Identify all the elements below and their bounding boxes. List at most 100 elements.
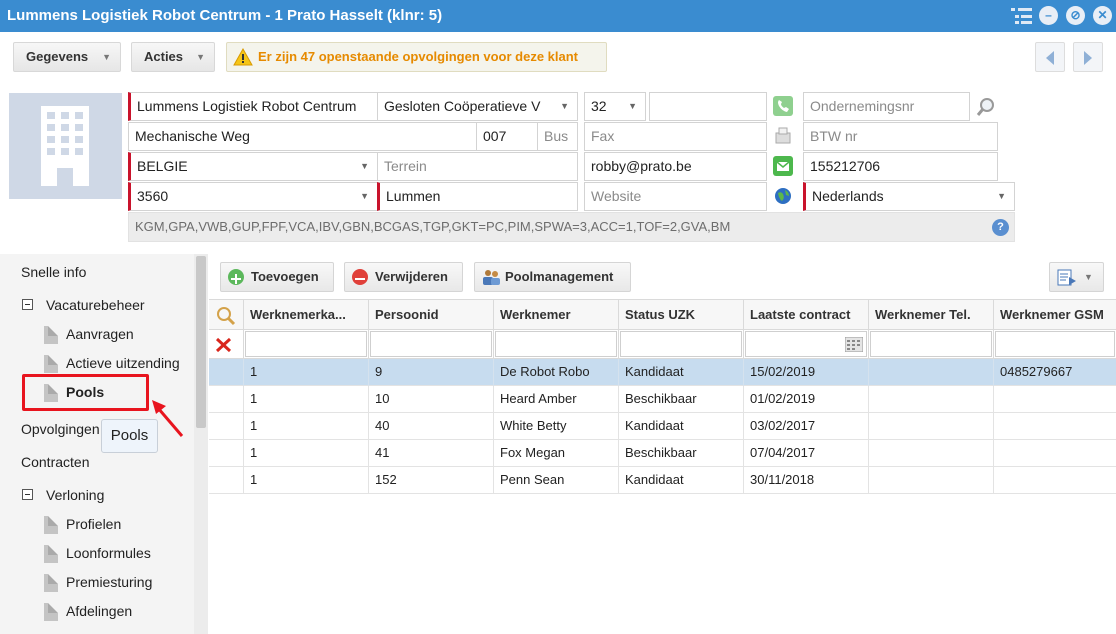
table-cell: 152 — [369, 467, 494, 494]
add-button[interactable]: Toevoegen — [220, 262, 334, 292]
table-cell: 30/11/2018 — [744, 467, 869, 494]
sidebar-item-premiesturing[interactable]: Premiesturing — [66, 574, 152, 590]
table-row[interactable]: 1 9 De Robot Robo Kandidaat 15/02/2019 0… — [209, 359, 1116, 386]
sidebar-item-actieve-uitzending[interactable]: Actieve uitzending — [66, 355, 180, 371]
filter-input[interactable] — [870, 331, 992, 357]
search-icon[interactable] — [975, 96, 997, 118]
previous-record-button[interactable] — [1035, 42, 1065, 72]
sidebar-item-vacaturebeheer[interactable]: Vacaturebeheer — [46, 297, 145, 313]
table-cell: Kandidaat — [619, 359, 744, 386]
minimize-icon[interactable]: – — [1039, 6, 1058, 25]
email-icon[interactable] — [773, 156, 793, 176]
language-select[interactable]: Nederlands ▼ — [803, 182, 1015, 211]
legal-code-select[interactable]: 32 ▼ — [584, 92, 646, 121]
tags-field[interactable]: KGM,GPA,VWB,GUP,FPF,VCA,IBV,GBN,BCGAS,TG… — [128, 212, 1015, 242]
filter-input[interactable] — [995, 331, 1115, 357]
arrow-left-icon — [1046, 51, 1054, 65]
phone-field[interactable] — [649, 92, 767, 121]
column-header[interactable]: Persoonid — [369, 299, 494, 330]
gegevens-menu-button[interactable]: Gegevens ▼ — [13, 42, 121, 72]
acties-label: Acties — [144, 49, 184, 64]
acties-menu-button[interactable]: Acties ▼ — [131, 42, 215, 72]
table-row[interactable]: 1 41 Fox Megan Beschikbaar 07/04/2017 — [209, 440, 1116, 467]
document-icon — [44, 516, 58, 534]
chevron-down-icon: ▼ — [628, 101, 637, 111]
collapse-icon[interactable] — [22, 489, 33, 500]
sidebar-item-contracten[interactable]: Contracten — [21, 454, 89, 470]
next-record-button[interactable] — [1073, 42, 1103, 72]
menu-tree-icon[interactable] — [1011, 7, 1033, 25]
bus-field[interactable]: Bus — [537, 122, 578, 151]
help-icon[interactable]: ? — [992, 219, 1009, 236]
search-icon[interactable] — [216, 306, 236, 326]
email-field[interactable]: robby@prato.be — [584, 152, 767, 181]
filter-cell — [994, 330, 1116, 359]
clear-filter-icon[interactable] — [215, 337, 233, 353]
street-field[interactable]: Mechanische Weg — [128, 122, 477, 151]
pool-management-button[interactable]: Poolmanagement — [474, 262, 631, 292]
sidebar-item-aanvragen[interactable]: Aanvragen — [66, 326, 134, 342]
country-select[interactable]: BELGIE ▼ — [128, 152, 378, 181]
city-field[interactable]: Lummen — [377, 182, 578, 211]
company-name-field[interactable]: Lummens Logistiek Robot Centrum — [128, 92, 378, 121]
calendar-icon[interactable] — [845, 337, 863, 352]
sidebar-scrollbar-thumb[interactable] — [196, 256, 206, 428]
company-number-field[interactable]: Ondernemingsnr — [803, 92, 970, 121]
table-cell — [994, 386, 1116, 413]
column-header[interactable]: Werknemer Tel. — [869, 299, 994, 330]
phone-icon[interactable] — [773, 96, 793, 116]
table-cell — [994, 413, 1116, 440]
website-field[interactable]: Website — [584, 182, 767, 211]
column-header[interactable]: Werknemerka... — [244, 299, 369, 330]
table-cell: 0485279667 — [1000, 364, 1073, 379]
postal-code-value: 3560 — [137, 188, 169, 204]
warning-icon — [233, 48, 253, 66]
add-label: Toevoegen — [251, 269, 319, 284]
window-title-bar: Lummens Logistiek Robot Centrum - 1 Prat… — [0, 0, 1116, 32]
column-header[interactable]: Werknemer — [494, 299, 619, 330]
document-icon — [44, 326, 58, 344]
house-number-field[interactable]: 007 — [476, 122, 538, 151]
close-icon[interactable]: ✕ — [1093, 6, 1112, 25]
toolbar: Gegevens ▼ Acties ▼ Er zijn 47 openstaan… — [0, 32, 1116, 80]
sidebar-item-snelle-info[interactable]: Snelle info — [21, 264, 86, 280]
filter-input[interactable] — [620, 331, 742, 357]
fax-field[interactable]: Fax — [584, 122, 767, 151]
globe-icon[interactable] — [773, 186, 793, 206]
table-row[interactable]: 1 152 Penn Sean Kandidaat 30/11/2018 — [209, 467, 1116, 494]
gegevens-label: Gegevens — [26, 49, 89, 64]
remove-button[interactable]: Verwijderen — [344, 262, 463, 292]
sms-number-field[interactable]: 155212706 — [803, 152, 998, 181]
open-followups-warning[interactable]: Er zijn 47 openstaande opvolgingen voor … — [226, 42, 607, 72]
arrow-right-icon — [1084, 51, 1092, 65]
filter-input[interactable] — [370, 331, 492, 357]
table-cell — [869, 413, 994, 440]
company-logo[interactable] — [9, 93, 122, 199]
table-cell: 40 — [369, 413, 494, 440]
restore-icon[interactable]: ⊘ — [1066, 6, 1085, 25]
collapse-icon[interactable] — [22, 299, 33, 310]
legal-form-select[interactable]: Gesloten Coöperatieve V ▼ — [377, 92, 578, 121]
vat-number-field[interactable]: BTW nr — [803, 122, 998, 151]
sidebar-item-opvolgingen[interactable]: Opvolgingen — [21, 421, 100, 437]
table-cell: 1 — [244, 440, 369, 467]
sidebar-item-verloning[interactable]: Verloning — [46, 487, 104, 503]
column-header[interactable]: Werknemer GSM — [994, 299, 1116, 330]
export-menu-button[interactable]: ▼ — [1049, 262, 1104, 292]
column-header[interactable]: Laatste contract — [744, 299, 869, 330]
table-row[interactable]: 1 10 Heard Amber Beschikbaar 01/02/2019 — [209, 386, 1116, 413]
sidebar-item-loonformules[interactable]: Loonformules — [66, 545, 151, 561]
sidebar-item-profielen[interactable]: Profielen — [66, 516, 121, 532]
filter-input[interactable] — [245, 331, 367, 357]
table-cell — [869, 359, 994, 386]
postal-code-select[interactable]: 3560 ▼ — [128, 182, 378, 211]
table-cell: 01/02/2019 — [744, 386, 869, 413]
column-header[interactable]: Status UZK — [619, 299, 744, 330]
table-cell: 10 — [369, 386, 494, 413]
row-selector-cell — [209, 359, 244, 386]
filter-input[interactable] — [495, 331, 617, 357]
sidebar-item-afdelingen[interactable]: Afdelingen — [66, 603, 132, 619]
filter-cell — [744, 330, 869, 359]
table-row[interactable]: 1 40 White Betty Kandidaat 03/02/2017 — [209, 413, 1116, 440]
terrain-field[interactable]: Terrein — [377, 152, 578, 181]
